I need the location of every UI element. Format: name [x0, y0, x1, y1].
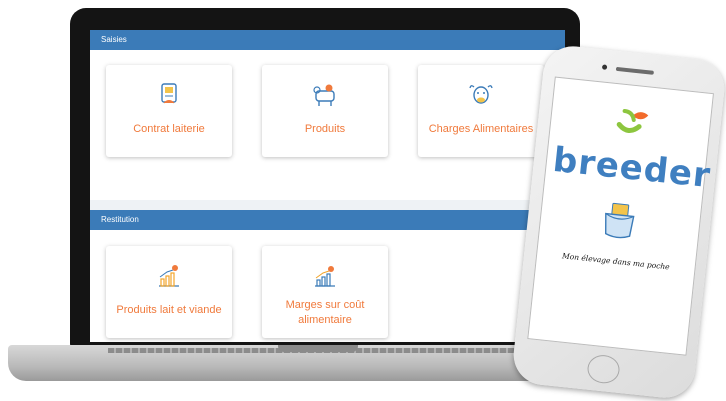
saisies-header: Saisies — [90, 30, 565, 50]
cow-feed-icon — [469, 85, 493, 104]
cow-products-icon — [313, 84, 335, 106]
saisies-panel: Contrat laiterie Produits Charges Alimen… — [90, 50, 565, 200]
margin-chart-icon — [315, 266, 335, 287]
marges-cout-alimentaire-card[interactable]: Marges sur coût alimentaire — [262, 246, 388, 338]
produits-card[interactable]: Produits — [262, 65, 388, 157]
card-label: Charges Alimentaires — [428, 123, 534, 135]
growth-chart-icon — [159, 265, 179, 287]
tagline: Mon élevage dans ma poche — [561, 251, 671, 272]
phone-screen: breeder Mon élevage dans ma poche — [527, 76, 714, 356]
contrat-laiterie-card[interactable]: Contrat laiterie — [106, 65, 232, 157]
card-label: Produits lait et viande — [116, 304, 222, 316]
trackpad-notch — [278, 345, 358, 352]
phone: breeder Mon élevage dans ma poche — [510, 43, 726, 401]
restitution-panel: Produits lait et viande Marges sur coût … — [90, 230, 565, 342]
milk-contract-icon — [161, 83, 177, 104]
charges-alimentaires-card[interactable]: Charges Alimentaires — [418, 65, 544, 157]
breeder-logo-icon — [616, 108, 649, 134]
produits-lait-viande-card[interactable]: Produits lait et viande — [106, 246, 232, 338]
laptop-screen: Saisies Contrat laiterie Produits Charge… — [90, 30, 565, 342]
brand-name: breeder — [551, 139, 713, 197]
restitution-header: Restitution — [90, 210, 565, 230]
card-label-line: Marges sur coût — [285, 299, 365, 311]
card-label-line: alimentaire — [298, 314, 352, 326]
section-divider — [90, 200, 565, 210]
card-label: Produits — [304, 123, 346, 135]
pocket-phone-icon — [605, 202, 635, 239]
card-label: Marges sur coût alimentaire — [266, 298, 384, 328]
card-label: Contrat laiterie — [133, 123, 205, 135]
